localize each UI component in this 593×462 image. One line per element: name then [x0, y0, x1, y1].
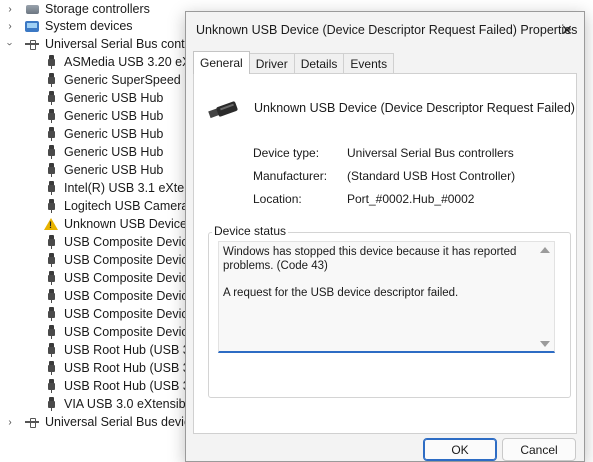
usb-device-icon — [44, 324, 58, 340]
warning-icon: ! — [44, 216, 58, 232]
usb-device-icon — [44, 54, 58, 70]
storage-controller-icon — [25, 1, 39, 17]
tree-item-label: USB Composite Device — [64, 289, 195, 303]
tree-item-label: Generic USB Hub — [64, 127, 164, 141]
tree-item-label: Storage controllers — [45, 2, 150, 16]
tree-item-label: Generic USB Hub — [64, 145, 164, 159]
usb-device-icon — [44, 306, 58, 322]
tree-item-label: USB Root Hub (USB 3.0) — [64, 361, 205, 375]
usb-controller-icon — [25, 36, 39, 52]
usb-controller-icon — [25, 414, 39, 430]
usb-device-icon — [44, 126, 58, 142]
tab-bar: General Driver Details Events — [193, 51, 395, 74]
usb-device-icon — [44, 180, 58, 196]
tree-item-label: USB Composite Device — [64, 325, 195, 339]
device-type-label: Device type: — [253, 146, 320, 160]
tree-item-label: USB Composite Device — [64, 235, 195, 249]
scroll-up-arrow-icon[interactable] — [540, 247, 550, 253]
general-panel: Unknown USB Device (Device Descriptor Re… — [193, 73, 577, 434]
tree-item-label: Universal Serial Bus devices — [45, 415, 204, 429]
usb-device-icon — [44, 108, 58, 124]
device-name: Unknown USB Device (Device Descriptor Re… — [254, 101, 575, 115]
usb-device-icon — [44, 288, 58, 304]
chevron-right-icon[interactable]: › — [4, 413, 16, 431]
usb-device-icon — [44, 144, 58, 160]
tree-item-label: USB Composite Device — [64, 253, 195, 267]
tab-driver[interactable]: Driver — [248, 53, 295, 74]
location-label: Location: — [253, 192, 302, 206]
usb-device-icon — [44, 378, 58, 394]
system-devices-icon — [25, 18, 39, 34]
scroll-down-arrow-icon[interactable] — [540, 341, 550, 347]
device-status-text: Windows has stopped this device because … — [223, 246, 517, 299]
ok-button[interactable]: OK — [423, 438, 497, 461]
tab-details[interactable]: Details — [293, 53, 345, 74]
chevron-down-icon[interactable]: › — [1, 38, 19, 50]
chevron-right-icon[interactable]: › — [4, 0, 16, 18]
usb-device-icon — [44, 342, 58, 358]
properties-dialog: Unknown USB Device (Device Descriptor Re… — [185, 11, 585, 462]
usb-device-icon — [44, 72, 58, 88]
device-status-textbox[interactable]: Windows has stopped this device because … — [218, 241, 555, 353]
tree-item-label: USB Root Hub (USB 3.0) — [64, 379, 205, 393]
tree-item-label: Generic USB Hub — [64, 109, 164, 123]
chevron-right-icon[interactable]: › — [4, 17, 16, 35]
usb-device-icon — [44, 270, 58, 286]
device-type-value: Universal Serial Bus controllers — [347, 146, 514, 160]
tab-general[interactable]: General — [193, 51, 250, 74]
usb-device-icon — [44, 162, 58, 178]
usb-device-icon — [44, 396, 58, 412]
close-button[interactable]: ✕ — [550, 12, 584, 48]
usb-device-icon — [44, 360, 58, 376]
manufacturer-label: Manufacturer: — [253, 169, 328, 183]
tree-item-label: System devices — [45, 19, 133, 33]
device-status-label: Device status — [212, 224, 289, 238]
usb-device-icon — [44, 252, 58, 268]
tree-item-label: Generic USB Hub — [64, 163, 164, 177]
manufacturer-value: (Standard USB Host Controller) — [347, 169, 516, 183]
usb-device-icon — [44, 90, 58, 106]
tab-events[interactable]: Events — [343, 53, 395, 74]
cancel-button[interactable]: Cancel — [502, 438, 576, 461]
location-value: Port_#0002.Hub_#0002 — [347, 192, 475, 206]
tree-item-label: USB Root Hub (USB 3.0) — [64, 343, 205, 357]
close-icon: ✕ — [561, 21, 573, 38]
usb-device-icon — [44, 234, 58, 250]
dialog-title: Unknown USB Device (Device Descriptor Re… — [196, 23, 578, 37]
dialog-titlebar[interactable]: Unknown USB Device (Device Descriptor Re… — [186, 12, 584, 48]
usb-device-icon — [208, 101, 238, 119]
tree-item-label: USB Composite Device — [64, 307, 195, 321]
tree-item-label: Generic USB Hub — [64, 91, 164, 105]
tree-item-label: USB Composite Device — [64, 271, 195, 285]
usb-device-icon — [44, 198, 58, 214]
